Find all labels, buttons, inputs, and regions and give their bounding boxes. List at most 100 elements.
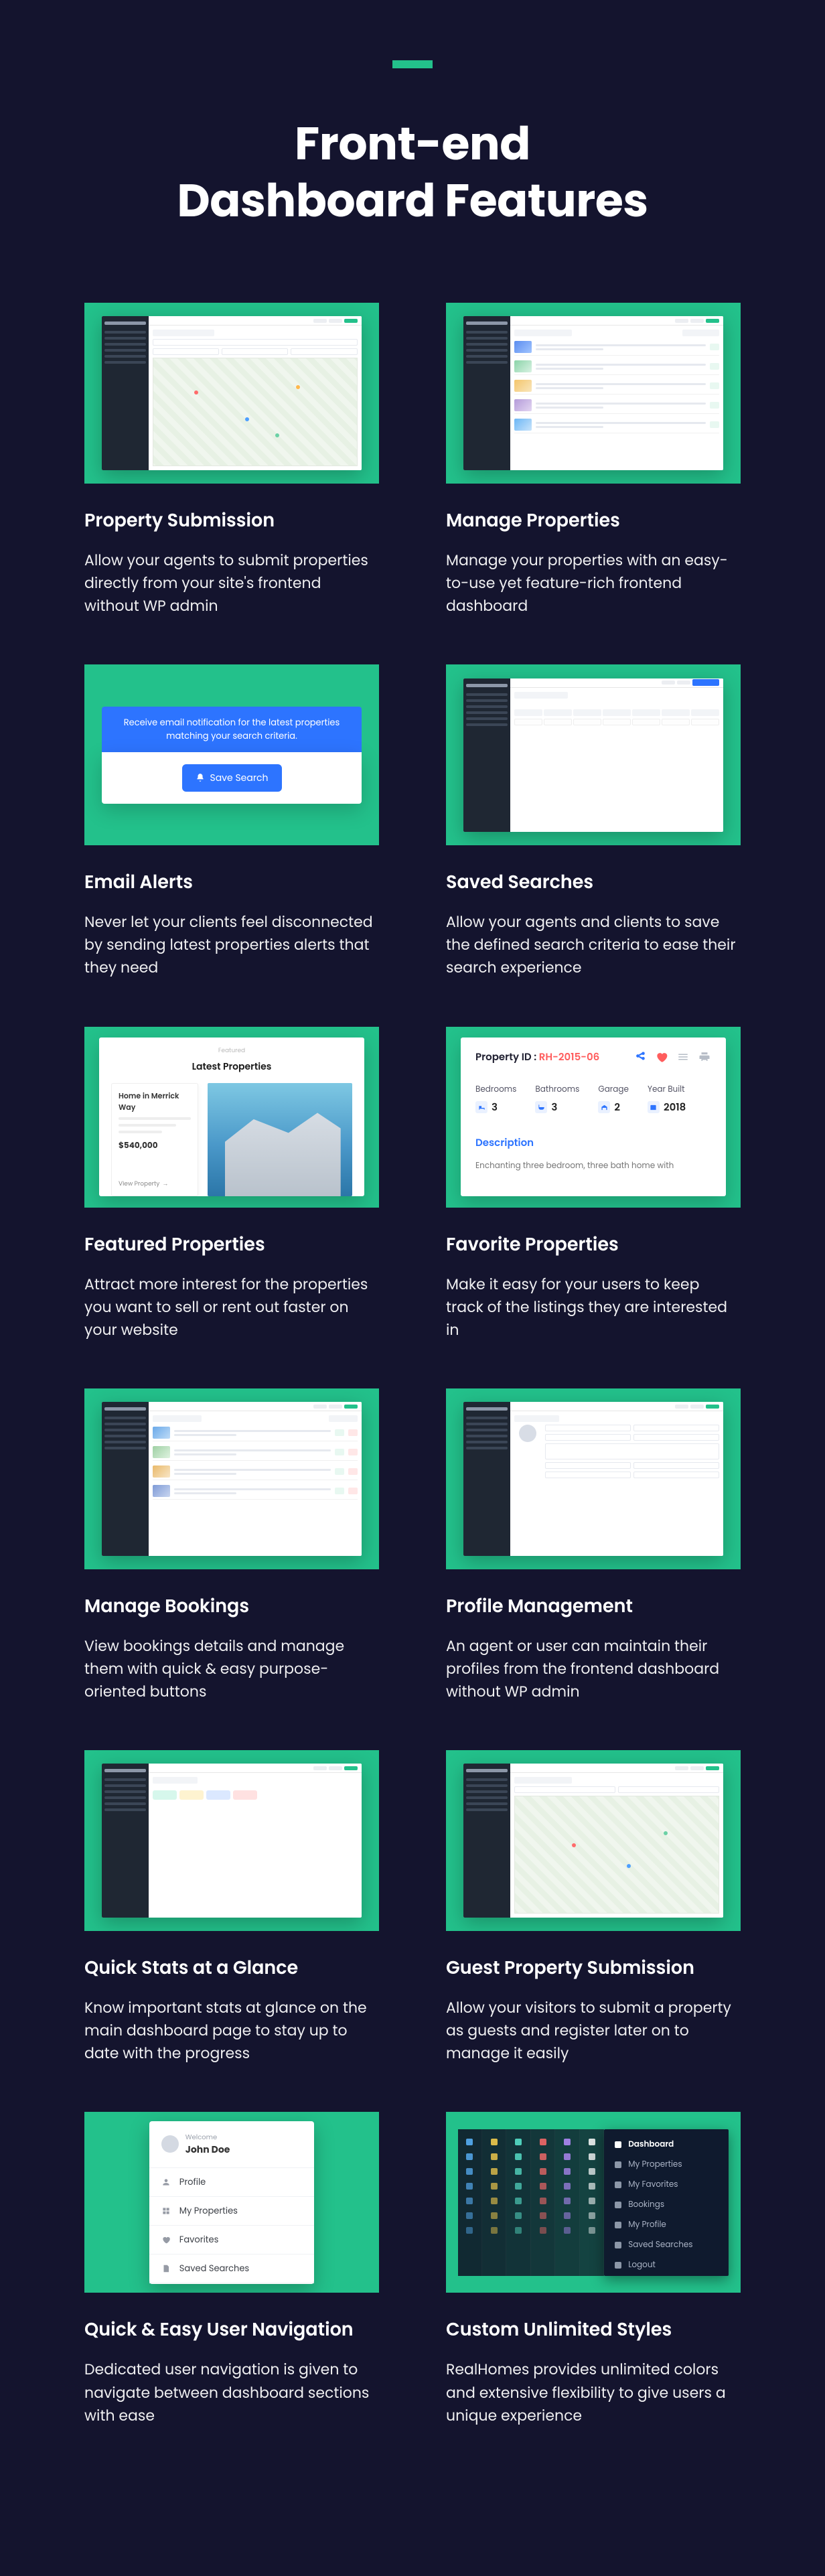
- nav-item[interactable]: Saved Searches: [149, 2254, 314, 2283]
- stat-badge: [233, 1790, 257, 1800]
- nav-item-icon: [161, 2234, 171, 2244]
- feature-thumb-property-submission: [84, 303, 379, 484]
- avatar: [161, 2135, 179, 2153]
- style-panel-item-label: My Profile: [628, 2219, 666, 2231]
- style-panel-item-icon: [615, 2242, 621, 2248]
- feature-thumb-favorite-properties: Property ID : RH-2015-06 Bedrooms3 Bathr…: [446, 1027, 741, 1208]
- feature-thumb-custom-styles: Dashboard My Properties My Favorites Bookin…: [446, 2112, 741, 2293]
- feature-desc: RealHomes provides unlimited colors and …: [446, 2358, 741, 2427]
- style-panel-item[interactable]: Logout: [615, 2259, 718, 2271]
- accent-bar: [392, 60, 433, 68]
- feature-title: Saved Searches: [446, 869, 741, 896]
- page-title: Front-end Dashboard Features: [0, 115, 825, 229]
- feature-title: Email Alerts: [84, 869, 379, 896]
- feature-desc: Allow your agents and clients to save th…: [446, 911, 741, 979]
- style-panel-item-icon: [615, 2141, 621, 2148]
- style-panel-item[interactable]: Saved Searches: [615, 2239, 718, 2251]
- nav-item[interactable]: Logout: [149, 2283, 314, 2293]
- feature-card: Property ID : RH-2015-06 Bedrooms3 Bathr…: [446, 1027, 741, 1342]
- stat-badge: [153, 1790, 177, 1800]
- nav-item[interactable]: My Properties: [149, 2196, 314, 2225]
- share-icon[interactable]: [633, 1050, 647, 1064]
- stat-badge: [206, 1790, 230, 1800]
- style-panel-item-icon: [615, 2161, 621, 2168]
- welcome-label: Welcome: [185, 2132, 230, 2143]
- style-panel-item[interactable]: Dashboard: [615, 2139, 718, 2151]
- nav-item-icon: [161, 2177, 171, 2187]
- page-title-line1: Front-end: [295, 112, 530, 175]
- view-property-link[interactable]: View Property →: [119, 1180, 191, 1189]
- style-panel-item-label: Bookings: [628, 2199, 664, 2211]
- style-panel-item[interactable]: My Favorites: [615, 2179, 718, 2191]
- feature-desc: View bookings details and manage them wi…: [84, 1635, 379, 1703]
- nav-item-label: Favorites: [179, 2233, 219, 2246]
- style-panel-item-label: Logout: [628, 2259, 656, 2271]
- feature-title: Favorite Properties: [446, 1232, 741, 1259]
- feature-thumb-manage-properties: [446, 303, 741, 484]
- featured-subtitle: Featured: [111, 1047, 352, 1056]
- heart-icon[interactable]: [655, 1050, 668, 1064]
- nav-item-icon: [161, 2206, 171, 2216]
- feature-card: Manage Properties Manage your properties…: [446, 303, 741, 618]
- feature-card: Welcome John Doe Profile My Properties Fav…: [84, 2112, 379, 2427]
- feature-card: Guest Property Submission Allow your vis…: [446, 1750, 741, 2065]
- page-title-line2: Dashboard Features: [177, 169, 648, 232]
- style-panel-item-label: Dashboard: [628, 2139, 674, 2151]
- save-search-label: Save Search: [210, 771, 269, 785]
- featured-card-image: [208, 1083, 352, 1197]
- style-panel-item[interactable]: My Profile: [615, 2219, 718, 2231]
- feature-thumb-manage-bookings: [84, 1388, 379, 1569]
- feature-title: Profile Management: [446, 1593, 741, 1620]
- feature-card: Dashboard My Properties My Favorites Bookin…: [446, 2112, 741, 2427]
- nav-item[interactable]: Favorites: [149, 2225, 314, 2254]
- feature-card: Property Submission Allow your agents to…: [84, 303, 379, 618]
- style-panel-item-icon: [615, 2181, 621, 2188]
- feature-desc: Attract more interest for the properties…: [84, 1273, 379, 1342]
- feature-title: Custom Unlimited Styles: [446, 2317, 741, 2344]
- style-panel-item[interactable]: My Properties: [615, 2159, 718, 2171]
- save-search-button[interactable]: Save Search: [182, 764, 282, 792]
- nav-item-label: Profile: [179, 2175, 206, 2189]
- nav-item-label: Logout: [179, 2291, 209, 2293]
- feature-card: Profile Management An agent or user can …: [446, 1388, 741, 1703]
- bedrooms-label: Bedrooms: [475, 1084, 516, 1096]
- nav-items: Profile My Properties Favorites Saved Searc…: [149, 2167, 314, 2293]
- featured-card-title: Home in Merrick Way: [119, 1090, 191, 1113]
- style-panel-item-label: Saved Searches: [628, 2239, 692, 2251]
- bath-icon: [535, 1101, 547, 1113]
- feature-desc: Allow your agents to submit properties d…: [84, 549, 379, 618]
- feature-thumb-profile-management: [446, 1388, 741, 1569]
- feature-card: Receive email notification for the lates…: [84, 664, 379, 979]
- description-heading: Description: [475, 1135, 711, 1151]
- feature-card: Featured Latest Properties Home in Merri…: [84, 1027, 379, 1342]
- feature-desc: An agent or user can maintain their prof…: [446, 1635, 741, 1703]
- feature-desc: Dedicated user navigation is given to na…: [84, 2358, 379, 2427]
- property-id: Property ID : RH-2015-06: [475, 1050, 599, 1065]
- compare-icon[interactable]: [676, 1050, 690, 1064]
- style-panel-item-icon: [615, 2202, 621, 2208]
- calendar-icon: [648, 1101, 660, 1113]
- feature-thumb-user-navigation: Welcome John Doe Profile My Properties Fav…: [84, 2112, 379, 2293]
- feature-title: Manage Properties: [446, 508, 741, 534]
- feature-title: Quick Stats at a Glance: [84, 1955, 379, 1982]
- feature-title: Guest Property Submission: [446, 1955, 741, 1982]
- nav-item[interactable]: Profile: [149, 2167, 314, 2196]
- feature-title: Quick & Easy User Navigation: [84, 2317, 379, 2344]
- feature-card: Quick Stats at a Glance Know important s…: [84, 1750, 379, 2065]
- nav-item-icon: [161, 2292, 171, 2293]
- bed-icon: [475, 1101, 487, 1113]
- feature-card: Manage Bookings View bookings details an…: [84, 1388, 379, 1703]
- description-text: Enchanting three bedroom, three bath hom…: [475, 1160, 711, 1172]
- featured-heading: Latest Properties: [111, 1060, 352, 1074]
- nav-item-label: Saved Searches: [179, 2262, 249, 2275]
- year-label: Year Built: [648, 1084, 686, 1096]
- featured-property-card[interactable]: Home in Merrick Way $540,000 View Proper…: [111, 1083, 198, 1197]
- user-name: John Doe: [185, 2143, 230, 2157]
- featured-card-price: $540,000: [119, 1140, 191, 1152]
- print-icon[interactable]: [698, 1050, 711, 1064]
- style-panel-item[interactable]: Bookings: [615, 2199, 718, 2211]
- feature-title: Manage Bookings: [84, 1593, 379, 1620]
- feature-thumb-saved-searches: [446, 664, 741, 845]
- stat-badge: [179, 1790, 204, 1800]
- feature-desc: Manage your properties with an easy-to-u…: [446, 549, 741, 618]
